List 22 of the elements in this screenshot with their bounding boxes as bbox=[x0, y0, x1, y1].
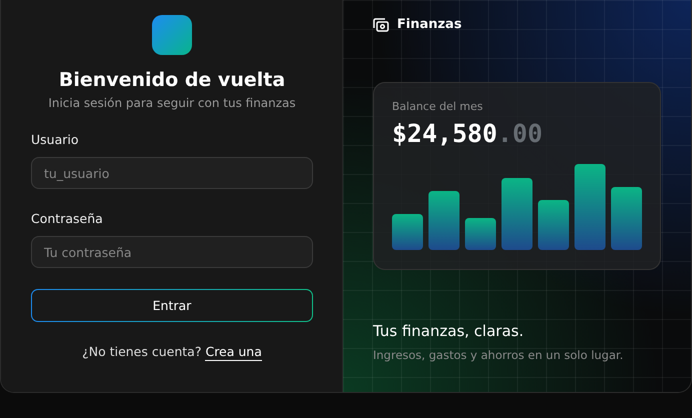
field-label: Contraseña bbox=[31, 211, 104, 226]
chart-bar bbox=[392, 214, 423, 250]
input-field[interactable]: Tu contraseña bbox=[31, 236, 313, 268]
brand-name: Finanzas bbox=[397, 17, 462, 32]
login-title: Bienvenido de vuelta bbox=[58, 69, 286, 91]
chart-bar bbox=[502, 178, 532, 250]
chart-bar bbox=[611, 187, 642, 250]
signup-prompt: ¿No tienes cuenta? bbox=[82, 344, 202, 361]
balance-amount: $24,580.00 bbox=[392, 119, 544, 148]
input-field[interactable]: tu_usuario bbox=[31, 157, 313, 189]
chart-bar bbox=[428, 191, 460, 250]
tagline-description: Ingresos, gastos y ahorros en un solo lugar. bbox=[373, 348, 624, 362]
chart-bar bbox=[538, 200, 569, 250]
login-button[interactable]: Entrar bbox=[31, 289, 313, 322]
login-subtitle: Inicia sesión para seguir con tus finanzas bbox=[47, 96, 297, 110]
tagline: Tus finanzas, claras. bbox=[373, 322, 525, 340]
signup-link[interactable]: Crea una bbox=[205, 344, 262, 361]
chart-bar bbox=[465, 218, 496, 250]
field-label: Usuario bbox=[31, 132, 80, 147]
app-logo-icon bbox=[152, 15, 192, 55]
money-icon bbox=[373, 18, 389, 32]
balance-label: Balance del mes bbox=[392, 100, 484, 113]
